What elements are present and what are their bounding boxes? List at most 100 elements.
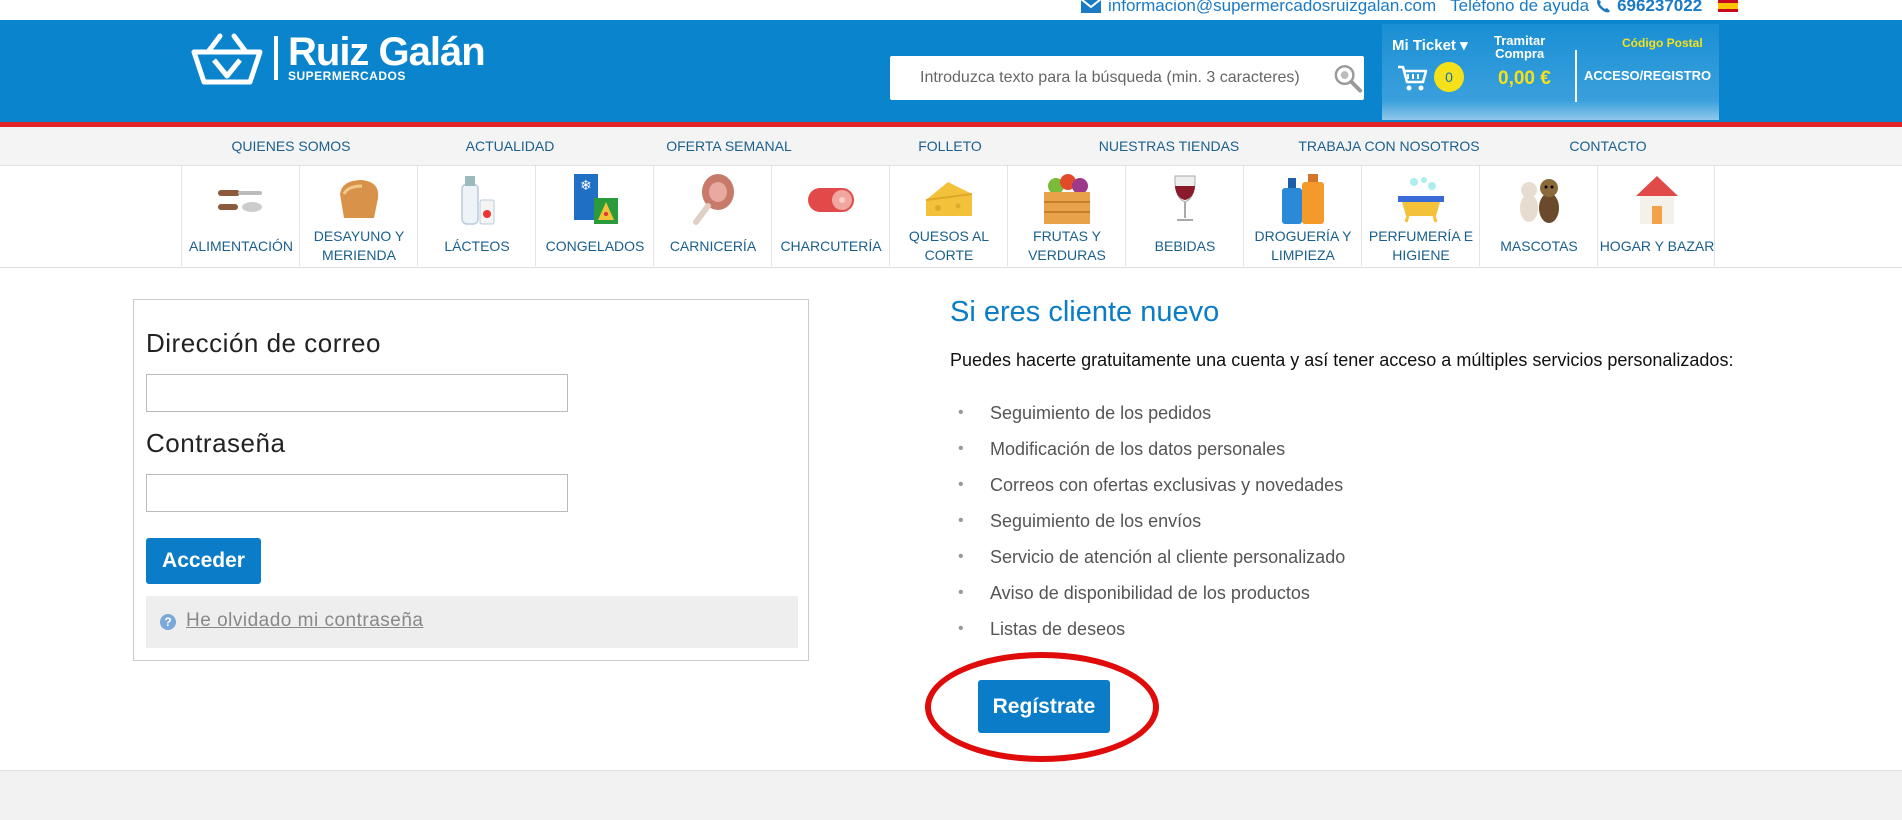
category-perfumeria[interactable]: PERFUMERÍA E HIGIENE	[1361, 166, 1479, 266]
forgot-password-link[interactable]: He olvidado mi contraseña	[186, 610, 423, 632]
password-label: Contraseña	[146, 428, 286, 458]
help-label: Teléfono de ayuda	[1450, 0, 1590, 15]
brand-name: Ruiz Galán	[288, 30, 486, 74]
cutlery-icon	[218, 190, 262, 212]
category-charcuteria[interactable]: CHARCUTERÍA	[771, 166, 889, 266]
contact-email[interactable]: informacion@supermercadosruizgalan.com	[1108, 0, 1436, 16]
category-label-line2: HIGIENE	[1392, 247, 1450, 263]
top-contact-bar: informacion@supermercadosruizgalan.com T…	[0, 0, 1902, 20]
logo-divider	[274, 36, 278, 80]
category-label-line1: MASCOTAS	[1500, 237, 1578, 254]
ham-icon	[693, 174, 734, 225]
footer	[0, 770, 1902, 820]
contact-info: informacion@supermercadosruizgalan.com T…	[1080, 0, 1739, 16]
search-icon[interactable]	[1331, 61, 1364, 95]
bathtub-icon	[1398, 177, 1444, 223]
password-field[interactable]	[146, 474, 568, 512]
category-label-line1: ALIMENTACIÓN	[189, 237, 293, 254]
login-form: Dirección de correo Contraseña Acceder ?…	[133, 299, 809, 661]
category-label-line1: CARNICERÍA	[669, 237, 757, 254]
category-label-line1: CONGELADOS	[545, 237, 645, 254]
list-item: Modificación de los datos personales	[958, 434, 1345, 470]
search-input[interactable]	[890, 57, 1331, 99]
new-customer-title: Si eres cliente nuevo	[950, 296, 1220, 328]
category-hogar[interactable]: HOGAR Y BAZAR	[1597, 166, 1715, 266]
list-item: Seguimiento de los envíos	[958, 506, 1345, 542]
category-label-line2: LIMPIEZA	[1271, 247, 1335, 263]
nav-trabaja-con-nosotros[interactable]: TRABAJA CON NOSOTROS	[1298, 127, 1479, 165]
help-phone[interactable]: 696237022	[1617, 0, 1702, 16]
category-congelados[interactable]: ❄ CONGELADOS	[535, 166, 653, 266]
category-label-line1: LÁCTEOS	[444, 237, 510, 254]
checkout-link[interactable]: Tramitar Compra	[1494, 34, 1545, 60]
category-alimentacion[interactable]: ALIMENTACIÓN	[181, 166, 299, 266]
category-bebidas[interactable]: BEBIDAS	[1125, 166, 1243, 266]
list-item: Listas de deseos	[958, 614, 1345, 650]
highlight-circle	[925, 652, 1159, 762]
category-label-line2: VERDURAS	[1028, 247, 1106, 263]
category-quesos[interactable]: QUESOS AL CORTE	[889, 166, 1007, 266]
category-lacteos[interactable]: LÁCTEOS	[417, 166, 535, 266]
spain-flag-icon[interactable]	[1718, 0, 1739, 12]
cart-total: 0,00 €	[1498, 68, 1551, 89]
fruit-crate-icon	[1044, 174, 1090, 224]
frozen-icon: ❄	[574, 174, 618, 224]
svg-text:❄: ❄	[580, 178, 592, 194]
sausage-icon	[808, 188, 854, 212]
phone-icon	[1597, 0, 1611, 13]
help-question-icon: ?	[160, 614, 176, 630]
nav-quienes-somos[interactable]: QUIENES SOMOS	[231, 127, 350, 165]
new-customer-description: Puedes hacerte gratuitamente una cuenta …	[950, 350, 1734, 370]
nav-oferta-semanal[interactable]: OFERTA SEMANAL	[666, 127, 792, 165]
benefits-list: Seguimiento de los pedidos Modificación …	[958, 398, 1345, 650]
list-item: Seguimiento de los pedidos	[958, 398, 1345, 434]
search-box	[890, 56, 1364, 100]
email-field[interactable]	[146, 374, 568, 412]
pets-icon	[1520, 179, 1559, 223]
bread-icon	[340, 180, 379, 218]
site-logo[interactable]: Ruiz Galán SUPERMERCADOS	[190, 30, 486, 86]
category-label-line1: DESAYUNO Y	[313, 228, 405, 244]
cart-count-badge[interactable]: 0	[1434, 62, 1464, 92]
ticket-panel: Mi Ticket ▾ 0 Tramitar Compra 0,00 € Cód…	[1382, 24, 1719, 120]
postal-code-link[interactable]: Código Postal	[1622, 36, 1703, 50]
main-nav: QUIENES SOMOS ACTUALIDAD OFERTA SEMANAL …	[0, 127, 1902, 166]
category-frutas[interactable]: FRUTAS Y VERDURAS	[1007, 166, 1125, 266]
email-label: Dirección de correo	[146, 328, 381, 358]
list-item: Servicio de atención al cliente personal…	[958, 542, 1345, 578]
category-label-line1: CHARCUTERÍA	[780, 237, 882, 254]
category-label-line1: FRUTAS Y	[1033, 228, 1101, 244]
cart-icon[interactable]	[1396, 64, 1428, 92]
category-label-line1: DROGUERÍA Y	[1254, 228, 1352, 244]
login-register-link[interactable]: ACCESO/REGISTRO	[1584, 68, 1711, 83]
category-label-line1: QUESOS AL	[908, 228, 990, 244]
detergent-icon	[1282, 174, 1324, 224]
category-label-line1: HOGAR Y BAZAR	[1599, 237, 1715, 254]
ticket-divider	[1575, 50, 1577, 102]
house-icon	[1636, 176, 1678, 224]
category-mascotas[interactable]: MASCOTAS	[1479, 166, 1597, 266]
checkout-line-2: Compra	[1495, 46, 1545, 61]
category-label-line1: BEBIDAS	[1154, 237, 1216, 254]
my-ticket-dropdown[interactable]: Mi Ticket ▾	[1392, 36, 1468, 54]
category-carniceria[interactable]: CARNICERÍA	[653, 166, 771, 266]
category-desayuno[interactable]: DESAYUNO Y MERIENDA	[299, 166, 417, 266]
nav-actualidad[interactable]: ACTUALIDAD	[466, 127, 555, 165]
basket-logo-icon	[191, 33, 263, 85]
milk-icon	[461, 176, 495, 225]
login-button[interactable]: Acceder	[146, 538, 261, 584]
envelope-icon	[1080, 0, 1102, 13]
category-label-line2: MERIENDA	[322, 247, 396, 263]
category-drogueria[interactable]: DROGUERÍA Y LIMPIEZA	[1243, 166, 1361, 266]
wine-glass-icon	[1174, 175, 1196, 221]
nav-folleto[interactable]: FOLLETO	[918, 127, 982, 165]
list-item: Aviso de disponibilidad de los productos	[958, 578, 1345, 614]
category-bar: ALIMENTACIÓN DESAYUNO Y MERIENDA LÁCTEOS …	[0, 166, 1902, 268]
nav-contacto[interactable]: CONTACTO	[1569, 127, 1646, 165]
category-label-line2: CORTE	[924, 247, 974, 263]
nav-nuestras-tiendas[interactable]: NUESTRAS TIENDAS	[1099, 127, 1240, 165]
category-label-line1: PERFUMERÍA E	[1368, 228, 1474, 244]
forgot-password-box: ? He olvidado mi contraseña	[146, 596, 798, 648]
list-item: Correos con ofertas exclusivas y novedad…	[958, 470, 1345, 506]
cheese-icon	[925, 182, 973, 216]
